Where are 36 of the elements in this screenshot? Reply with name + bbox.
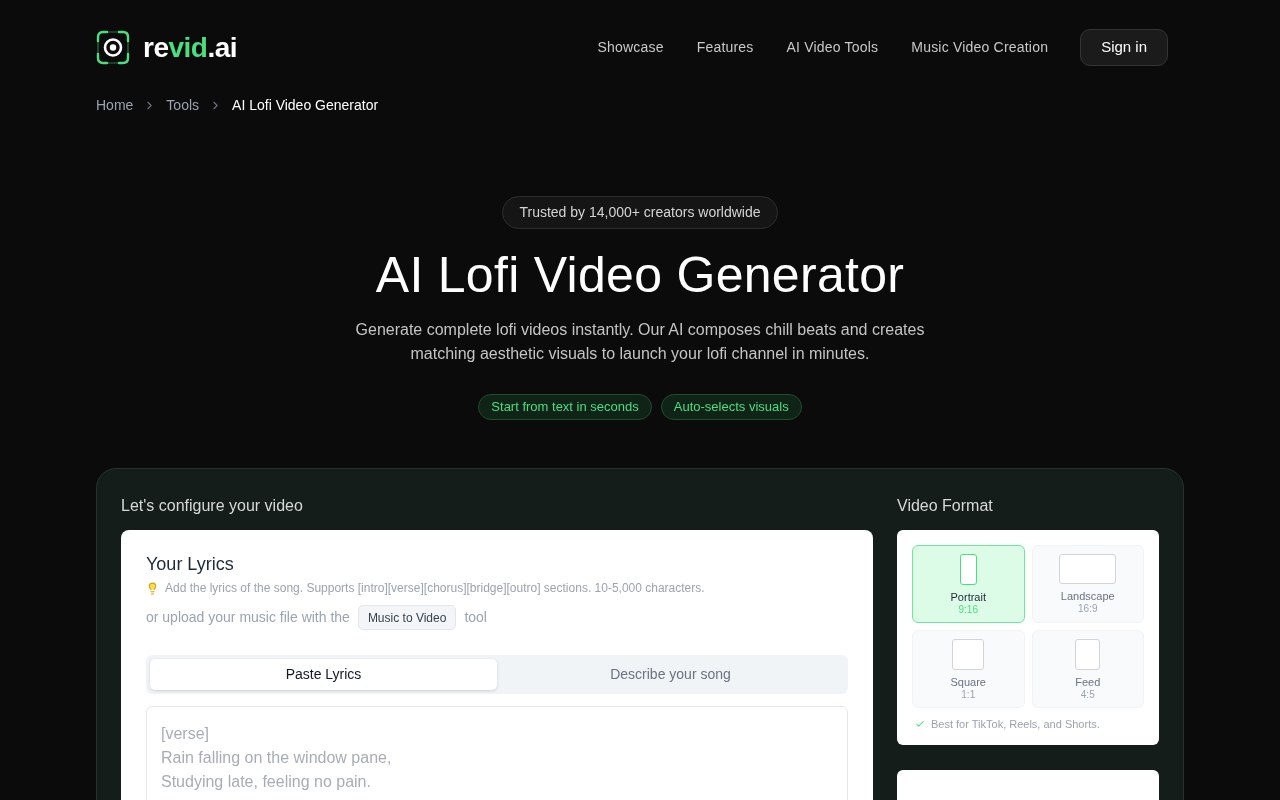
section-heading: Video Format	[897, 496, 994, 516]
music-to-video-link[interactable]: Music to Video	[357, 605, 457, 630]
nav-link[interactable]: Features	[696, 37, 754, 58]
upload-text: tool	[464, 608, 487, 627]
nav-link[interactable]: Music Video Creation	[911, 37, 1049, 58]
section-heading: Let's configure your video	[121, 496, 304, 516]
sign-in-button[interactable]: Sign in	[1080, 29, 1168, 66]
tab[interactable]: Describe your song	[497, 659, 844, 690]
aspect-ratio-icon	[952, 639, 985, 670]
page-title: AI Lofi Video Generator	[375, 246, 905, 305]
feature-chip: Start from text in seconds	[478, 394, 652, 420]
nav-link[interactable]: Showcase	[597, 37, 664, 58]
lyrics-textarea[interactable]: [verse] Rain falling on the window pane, Studying late, feeling no pain.	[146, 706, 848, 800]
tab[interactable]: Paste Lyrics	[150, 659, 497, 690]
check-icon	[915, 719, 925, 729]
upload-text: or upload your music file with the	[146, 608, 350, 627]
aspect-ratio-icon	[1059, 554, 1117, 584]
format-option[interactable]: Square 1:1	[912, 630, 1025, 708]
logo-icon[interactable]	[96, 30, 130, 65]
format-option[interactable]: Portrait 9:16	[912, 545, 1025, 623]
lightbulb-icon	[146, 581, 159, 595]
feature-chip: Auto-selects visuals	[660, 394, 802, 420]
breadcrumb-current: AI Lofi Video Generator	[232, 96, 379, 115]
format-note: Best for TikTok, Reels, and Shorts.	[931, 717, 1100, 731]
lyrics-title: Your Lyrics	[146, 553, 235, 576]
format-option[interactable]: Feed 4:5	[1031, 630, 1144, 708]
trust-badge: Trusted by 14,000+ creators worldwide	[502, 196, 778, 229]
page-subtitle: Generate complete lofi videos instantly. Our AI composes chill beats and creates matching aesthetic visuals to launch your lofi channel in minutes.	[354, 320, 926, 364]
aspect-ratio-icon	[1075, 639, 1101, 670]
nav-link[interactable]: AI Video Tools	[786, 37, 879, 58]
breadcrumb-link[interactable]: Home	[96, 95, 134, 115]
aspect-ratio-icon	[959, 554, 977, 585]
format-option[interactable]: Landscape 16:9	[1031, 545, 1144, 623]
lyrics-hint: Add the lyrics of the song. Supports [intro][verse][chorus][bridge][outro] sections. 10-5,000 characters.	[165, 580, 705, 596]
breadcrumb-link[interactable]: Tools	[166, 95, 200, 115]
logo-text[interactable]: revid.ai	[143, 33, 238, 62]
